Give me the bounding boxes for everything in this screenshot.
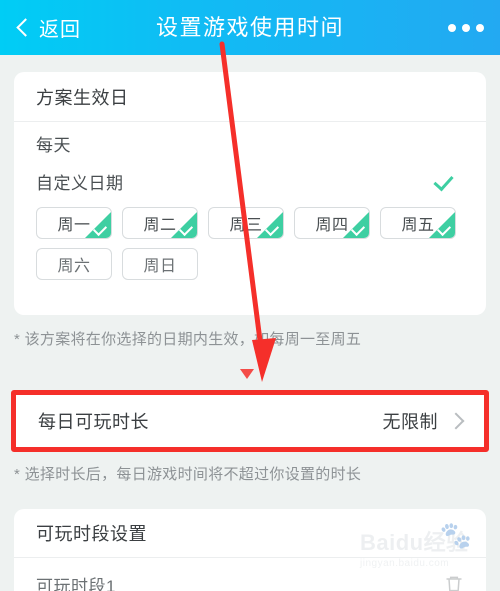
- time-slot-row[interactable]: 可玩时段1: [14, 558, 486, 591]
- effective-day-title: 方案生效日: [36, 87, 129, 108]
- back-button[interactable]: 返回: [16, 13, 81, 42]
- app-screen: 返回 设置游戏使用时间 方案生效日 每天 自定义日期 周一 周二 周三 周四 周…: [0, 0, 500, 591]
- weekday-chip-label: 周二: [143, 217, 177, 234]
- navigation-bar: 返回 设置游戏使用时间: [0, 0, 500, 55]
- chevron-right-icon: [447, 412, 465, 430]
- duration-hint: * 选择时长后，每日游戏时间将不超过你设置的时长: [14, 466, 362, 483]
- time-slot-card-header: 可玩时段设置: [14, 509, 486, 557]
- weekday-chip-monday[interactable]: 周一: [36, 207, 112, 239]
- effective-day-card-header: 方案生效日: [14, 72, 486, 121]
- time-slot-card: 可玩时段设置 可玩时段1: [14, 509, 486, 591]
- more-options-button[interactable]: [448, 23, 484, 32]
- weekday-chip-friday[interactable]: 周五: [380, 207, 456, 239]
- custom-date-label: 自定义日期: [36, 173, 124, 193]
- weekday-chip-label: 周一: [57, 217, 91, 234]
- everyday-row[interactable]: 每天: [36, 122, 464, 164]
- weekday-chip-label: 周三: [229, 217, 263, 234]
- weekday-chip-label: 周六: [57, 258, 91, 275]
- chevron-left-icon: [16, 18, 35, 37]
- more-dots-icon-dot-3: [476, 23, 484, 32]
- effective-day-body: 每天 自定义日期 周一 周二 周三 周四 周五 周六 周日: [14, 122, 486, 280]
- custom-date-row[interactable]: 自定义日期: [36, 164, 464, 198]
- effective-day-hint: * 该方案将在你选择的日期内生效，如每周一至周五: [14, 331, 362, 348]
- weekday-chip-label: 周日: [143, 258, 177, 275]
- daily-playtime-value: 无限制: [382, 412, 438, 432]
- everyday-label: 每天: [36, 135, 71, 155]
- effective-day-card: 方案生效日 每天 自定义日期 周一 周二 周三 周四 周五 周六 周日: [14, 72, 486, 315]
- weekday-chip-group: 周一 周二 周三 周四 周五 周六 周日: [36, 207, 464, 280]
- more-dots-icon-dot-2: [462, 23, 470, 32]
- back-button-label: 返回: [39, 19, 81, 41]
- time-slot-title: 可玩时段设置: [36, 524, 147, 544]
- weekday-chip-tuesday[interactable]: 周二: [122, 207, 198, 239]
- weekday-chip-wednesday[interactable]: 周三: [208, 207, 284, 239]
- weekday-chip-thursday[interactable]: 周四: [294, 207, 370, 239]
- check-icon: [434, 172, 460, 190]
- weekday-chip-saturday[interactable]: 周六: [36, 248, 112, 280]
- weekday-chip-label: 周五: [401, 217, 435, 234]
- daily-playtime-row[interactable]: 每日可玩时长 无限制: [16, 390, 484, 452]
- time-slot-label: 可玩时段1: [36, 576, 116, 591]
- weekday-chip-sunday[interactable]: 周日: [122, 248, 198, 280]
- daily-playtime-value-group: 无限制: [383, 408, 467, 434]
- more-dots-icon-dot-1: [448, 23, 456, 32]
- trash-icon[interactable]: [444, 574, 464, 591]
- daily-playtime-label: 每日可玩时长: [38, 412, 149, 432]
- weekday-chip-label: 周四: [315, 217, 349, 234]
